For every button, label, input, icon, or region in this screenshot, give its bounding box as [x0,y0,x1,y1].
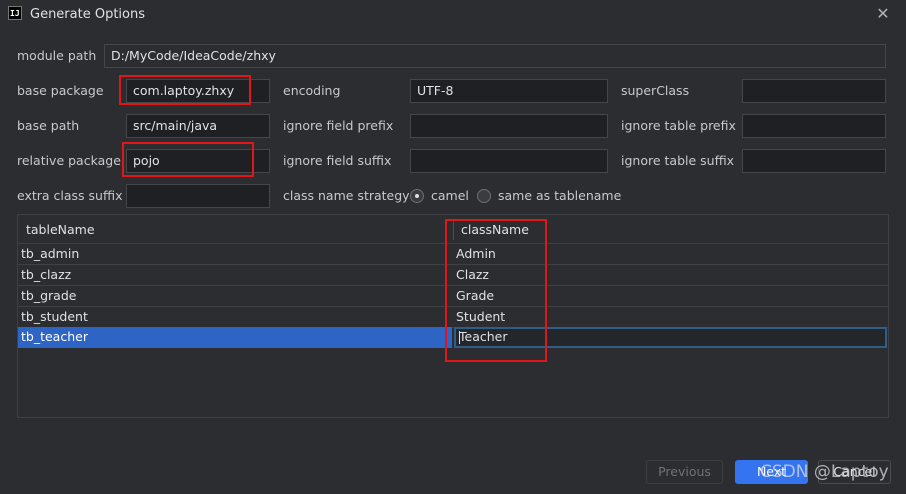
intellij-app-icon: IJ [8,6,22,20]
same-as-tablename-radio-label[interactable]: same as tablename [498,188,621,204]
dialog-title: Generate Options [30,7,146,22]
camel-radio-label[interactable]: camel [431,188,469,204]
relative-package-label: relative package [17,153,121,168]
superclass-field[interactable] [742,79,886,103]
table-cell-tablename: tb_teacher [21,329,88,344]
column-header-tablename[interactable]: tableName [26,216,95,244]
ignore-table-suffix-field[interactable] [742,149,886,173]
encoding-label: encoding [283,83,341,98]
superclass-label: superClass [621,83,690,98]
base-package-label: base package [17,83,104,98]
ignore-table-suffix-label: ignore table suffix [621,153,735,168]
camel-radio[interactable] [410,189,424,203]
class-name-strategy-label: class name strategy [283,188,410,203]
encoding-field[interactable]: UTF-8 [410,79,608,103]
watermark-text: CSDN @Laptoy [760,462,889,482]
base-package-highlight [119,75,251,105]
module-path-field[interactable]: D:/MyCode/IdeaCode/zhxy [104,44,886,68]
same-as-tablename-radio[interactable] [477,189,491,203]
table-cell-tablename: tb_clazz [21,267,72,282]
close-icon[interactable]: ✕ [873,3,893,25]
relative-package-highlight [122,142,254,177]
base-path-label: base path [17,118,80,133]
ignore-field-prefix-field[interactable] [410,114,608,138]
table-cell-tablename: tb_grade [21,288,77,303]
ignore-table-prefix-label: ignore table prefix [621,118,736,133]
extra-class-suffix-field[interactable] [126,184,270,208]
ignore-field-suffix-field[interactable] [410,149,608,173]
classname-column-highlight [445,219,547,362]
module-path-label: module path [17,48,97,63]
base-path-field[interactable]: src/main/java [126,114,270,138]
table-cell-tablename: tb_admin [21,246,80,261]
extra-class-suffix-label: extra class suffix [17,188,123,203]
table-cell-tablename: tb_student [21,309,88,324]
ignore-table-prefix-field[interactable] [742,114,886,138]
ignore-field-suffix-label: ignore field suffix [283,153,392,168]
previous-button[interactable]: Previous [646,460,723,484]
ignore-field-prefix-label: ignore field prefix [283,118,394,133]
